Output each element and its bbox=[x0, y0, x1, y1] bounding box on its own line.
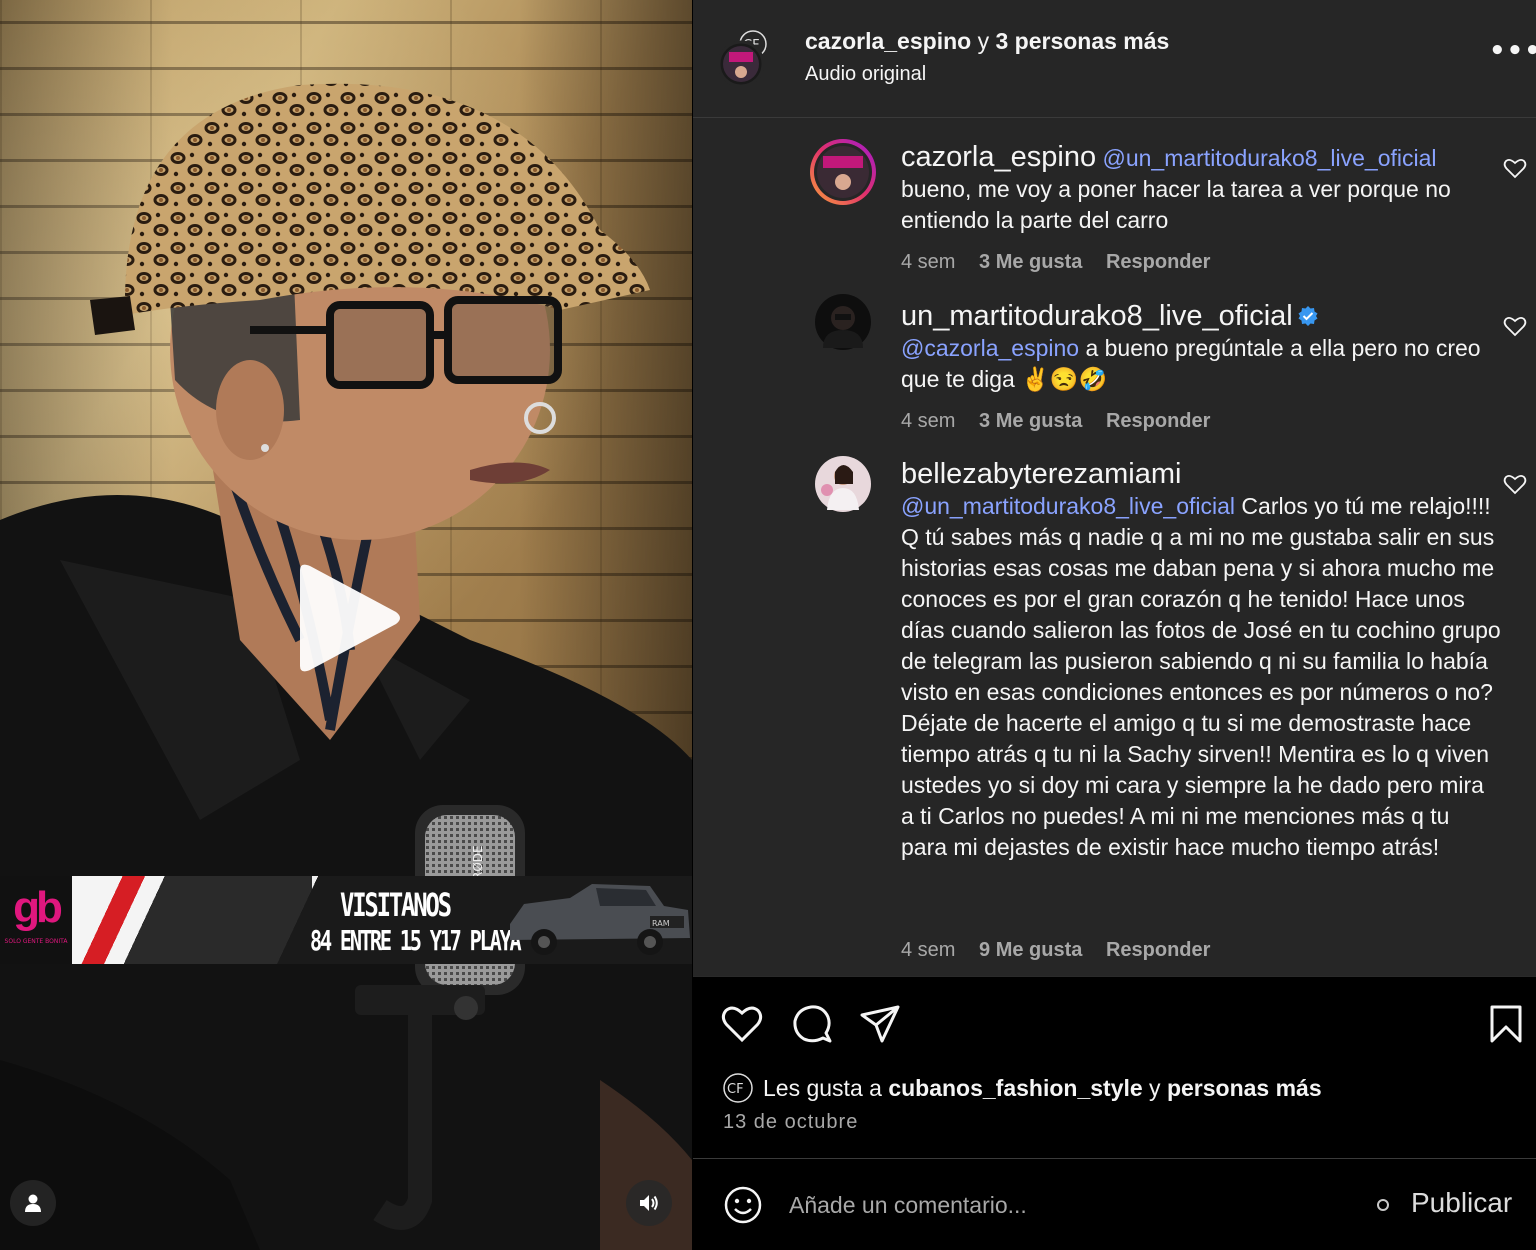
post-header: CF cazorla_espino y 3 personas más Audio… bbox=[693, 0, 1536, 118]
comment-time[interactable]: 4 sem bbox=[901, 410, 955, 432]
comment-likes[interactable]: 9 Me gusta bbox=[979, 939, 1082, 961]
tagged-users-button[interactable] bbox=[10, 1180, 56, 1226]
audio-link[interactable]: Audio original bbox=[805, 63, 926, 86]
reply-button[interactable]: Responder bbox=[1106, 251, 1210, 273]
svg-text:RAM: RAM bbox=[652, 919, 670, 928]
reply-button[interactable]: Responder bbox=[1106, 939, 1210, 961]
comment-mention[interactable]: @un_martitodurako8_live_oficial bbox=[1102, 145, 1436, 171]
likes-summary: CF Les gusta a cubanos_fashion_style y p… bbox=[723, 1073, 1322, 1103]
emoji-icon[interactable] bbox=[723, 1185, 763, 1225]
comment-likes[interactable]: 3 Me gusta bbox=[979, 251, 1082, 273]
reply-button[interactable]: Responder bbox=[1106, 410, 1210, 432]
speaker-icon bbox=[640, 1195, 658, 1211]
header-author-line: cazorla_espino y 3 personas más bbox=[805, 28, 1170, 54]
heart-icon[interactable] bbox=[1503, 314, 1527, 338]
likes-avatar[interactable]: CF bbox=[723, 1073, 753, 1103]
comment-username[interactable]: un_martitodurako8_live_oficial bbox=[901, 300, 1293, 332]
heart-icon[interactable] bbox=[1503, 472, 1527, 496]
mic-brand-label: RØDE bbox=[471, 845, 485, 880]
comment-mention[interactable]: @cazorla_espino bbox=[901, 335, 1079, 361]
comments-panel: CF cazorla_espino y 3 personas más Audio… bbox=[693, 0, 1536, 1250]
header-avatar[interactable]: CF bbox=[719, 30, 767, 88]
loading-dot-icon bbox=[1377, 1199, 1389, 1211]
comment-avatar[interactable] bbox=[809, 450, 877, 518]
comment-likes[interactable]: 3 Me gusta bbox=[979, 410, 1082, 432]
more-options-icon[interactable]: ••• bbox=[1489, 38, 1536, 66]
comment-username[interactable]: cazorla_espino bbox=[901, 141, 1096, 173]
comment-input[interactable] bbox=[789, 1185, 1349, 1225]
verified-badge-icon bbox=[1298, 306, 1318, 326]
publish-button[interactable]: Publicar bbox=[1411, 1187, 1512, 1219]
sound-toggle-button[interactable] bbox=[626, 1180, 672, 1226]
comment-avatar[interactable] bbox=[809, 138, 877, 206]
banner-headline: VISITANOS bbox=[340, 886, 452, 924]
comment-composer: Publicar bbox=[693, 1158, 1536, 1250]
user-icon bbox=[25, 1194, 41, 1212]
post-actions: CF Les gusta a cubanos_fashion_style y p… bbox=[693, 976, 1536, 1158]
post-date[interactable]: 13 de octubre bbox=[723, 1111, 858, 1134]
share-send-icon[interactable] bbox=[859, 1003, 901, 1045]
svg-text:CF: CF bbox=[727, 1082, 744, 1097]
comment-text: Carlos yo tú me relajo!!!! Q tú sabes má… bbox=[901, 493, 1501, 860]
comment-time[interactable]: 4 sem bbox=[901, 939, 955, 961]
comment-mention[interactable]: @un_martitodurako8_live_oficial bbox=[901, 493, 1235, 519]
bookmark-save-icon[interactable] bbox=[1485, 1003, 1527, 1045]
video-ad-banner: gb SOLO GENTE BONITA VISITANOS 84 ENTRE … bbox=[0, 876, 692, 964]
comment-time[interactable]: 4 sem bbox=[901, 251, 955, 273]
liker-username-link[interactable]: cubanos_fashion_style bbox=[888, 1075, 1142, 1101]
video-player[interactable]: RØDE gb SOLO GENTE BONITA VISITANOS 84 E… bbox=[0, 0, 692, 1250]
banner-logo: gb SOLO GENTE BONITA bbox=[0, 876, 72, 964]
header-others-link[interactable]: 3 personas más bbox=[995, 28, 1169, 54]
heart-icon[interactable] bbox=[1503, 156, 1527, 180]
header-author-link[interactable]: cazorla_espino bbox=[805, 28, 971, 54]
banner-address: 84 ENTRE 15 Y17 PLAYA bbox=[310, 924, 522, 957]
comment-text: bueno, me voy a poner hacer la tarea a v… bbox=[901, 176, 1451, 233]
truck-image: RAM bbox=[510, 884, 690, 955]
others-liked-link[interactable]: personas más bbox=[1167, 1075, 1322, 1101]
comment-avatar[interactable] bbox=[809, 288, 877, 356]
play-icon[interactable] bbox=[292, 562, 402, 674]
comment-bubble-icon[interactable] bbox=[791, 1003, 833, 1045]
comment-username[interactable]: bellezabyterezamiami bbox=[901, 458, 1181, 490]
like-heart-icon[interactable] bbox=[721, 1003, 763, 1045]
